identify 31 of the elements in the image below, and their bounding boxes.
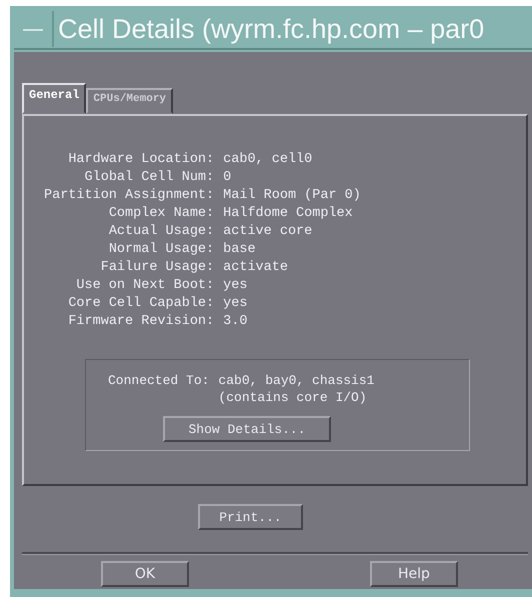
field-label: Actual Usage: [108, 223, 214, 241]
field-label: Failure Usage: [100, 259, 214, 277]
tab[interactable]: CPUs/Memory [86, 88, 174, 114]
field-label: Hardware Location: [67, 151, 214, 169]
field-label: Complex Name: [108, 205, 214, 223]
connection-value: (contains core I/O) [218, 389, 368, 406]
field-value: Halfdome Complex [223, 205, 354, 223]
field-value: 3.0 [223, 313, 248, 331]
field-value: Mail Room (Par 0) [223, 187, 361, 205]
window-title: Cell Details (wyrm.fc.hp.com – par0 [58, 14, 484, 44]
connection-label: Connected To: [108, 372, 210, 390]
print-button[interactable]: Print... [198, 504, 303, 530]
field-value: yes [223, 277, 248, 295]
field-value: cab0, cell0 [223, 151, 314, 169]
field-value: active core [223, 223, 314, 241]
field-value: base [223, 241, 257, 259]
show-details-button[interactable]: Show Details... [163, 416, 331, 442]
field-value: 0 [223, 169, 232, 187]
field-label: Core Cell Capable: [67, 295, 214, 313]
window-menu-button[interactable]: — [14, 11, 54, 47]
field-label: Use on Next Boot: [75, 277, 214, 295]
field-value: activate [223, 259, 289, 277]
field-label: Partition Assignment: [44, 187, 214, 205]
dialog-button[interactable]: Help [370, 561, 458, 587]
field-label: Firmware Revision: [67, 313, 214, 331]
field-label: Normal Usage: [108, 241, 214, 259]
field-label: Global Cell Num: [84, 169, 214, 187]
field-value: yes [223, 295, 248, 313]
tab[interactable]: General [22, 83, 86, 114]
dialog-button[interactable]: OK [101, 561, 189, 587]
connection-value: cab0, bay0, chassis1 [218, 372, 374, 389]
